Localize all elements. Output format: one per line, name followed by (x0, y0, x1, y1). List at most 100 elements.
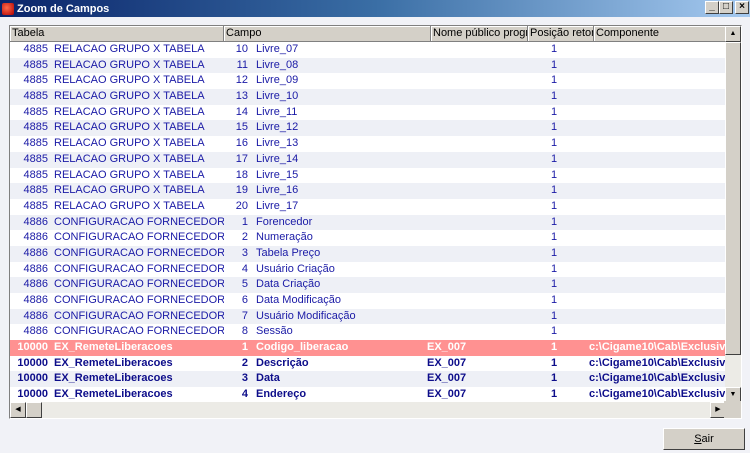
table-row[interactable]: 4885 RELACAO GRUPO X TABELA 17 Livre_14 1 (10, 151, 725, 168)
table-row[interactable]: 4885 RELACAO GRUPO X TABELA 13 Livre_10 1 (10, 89, 725, 105)
table-row[interactable]: 4885 RELACAO GRUPO X TABELA 20 Livre_17 1 (10, 199, 725, 215)
table-row[interactable]: 10000 EX_RemeteLiberacoes 2 Descrição EX_007… (10, 356, 725, 372)
minimize-button[interactable]: _ (705, 1, 719, 14)
cell-posicao: 1 (550, 137, 558, 150)
table-row[interactable]: 4885 RELACAO GRUPO X TABELA 15 Livre_12 1 (10, 120, 725, 137)
cell-campo-num: 5 (241, 278, 248, 291)
scroll-thumb[interactable] (725, 42, 741, 355)
cell-tabela-num: 4885 (23, 152, 48, 165)
cell-tabela: CONFIGURACAO FORNECEDOR (54, 294, 224, 306)
table-row[interactable]: 4885 RELACAO GRUPO X TABELA 14 Livre_11 1 (10, 105, 725, 121)
scroll-up-icon[interactable]: ▲ (725, 26, 741, 42)
table-row[interactable]: 4885 RELACAO GRUPO X TABELA 16 Livre_13 1 (10, 136, 725, 152)
cell-campo: Sessão (256, 325, 293, 338)
cell-tabela: EX_RemeteLiberacoes (54, 341, 173, 354)
column-header-tabela[interactable]: Tabela (10, 26, 224, 42)
cell-componente: c:\Cigame10\Cab\Exclusivo\E (589, 388, 725, 401)
sair-button[interactable]: Sair (663, 428, 745, 450)
cell-componente (587, 309, 725, 325)
cell-tabela-num: 4886 (23, 294, 48, 306)
table-row[interactable]: 4886 CONFIGURACAO FORNECEDOR 1 Forencedor 1 (10, 214, 725, 231)
cell-campo: Usuário Modificação (256, 309, 356, 322)
cell-tabela: RELACAO GRUPO X TABELA (54, 90, 205, 103)
maximize-button[interactable]: □ (719, 1, 733, 14)
column-header-componente[interactable]: Componente (594, 26, 726, 42)
cell-campo: Tabela Preço (256, 246, 321, 259)
cell-tabela: CONFIGURACAO FORNECEDOR (54, 278, 224, 291)
table-row[interactable]: 10000 EX_RemeteLiberacoes 4 Endereço EX_007 1… (10, 387, 725, 403)
table-row[interactable]: 10000 EX_RemeteLiberacoes 1 Codigo_liberaca… (10, 340, 725, 356)
table-row[interactable]: 4886 CONFIGURACAO FORNECEDOR 2 Numeração 1 (10, 230, 725, 246)
scroll-left-icon[interactable]: ◀ (10, 402, 26, 418)
cell-nome: EX_007 (427, 356, 467, 369)
cell-nome (424, 89, 521, 105)
fields-grid[interactable]: Tabela Campo Nome público programa Posiç… (9, 25, 742, 419)
cell-campo-num: 4 (241, 388, 248, 401)
cell-posicao: 1 (550, 294, 558, 306)
cell-tabela-num: 4885 (23, 199, 48, 212)
cell-nome (424, 277, 521, 293)
cell-nome (424, 215, 521, 231)
close-button[interactable]: × (735, 1, 749, 14)
cell-tabela-num: 4885 (23, 168, 48, 181)
cell-tabela-num: 4885 (23, 105, 48, 118)
column-header-posicao[interactable]: Posição retorno (528, 26, 594, 42)
cell-tabela: RELACAO GRUPO X TABELA (54, 199, 205, 212)
table-row[interactable]: 4886 CONFIGURACAO FORNECEDOR 7 Usuário Modi… (10, 308, 725, 325)
cell-campo-num: 2 (241, 356, 248, 369)
cell-componente: c:\Cigame10\Cab\Exclusivo\E (589, 372, 725, 385)
cell-campo-num: 1 (241, 341, 248, 354)
cell-tabela: CONFIGURACAO FORNECEDOR (54, 246, 224, 259)
cell-posicao: 1 (550, 105, 558, 118)
cell-tabela: CONFIGURACAO FORNECEDOR (54, 262, 224, 275)
cell-tabela: EX_RemeteLiberacoes (54, 372, 173, 385)
cell-campo-num: 6 (241, 294, 248, 306)
cell-nome (424, 199, 521, 215)
cell-campo: Livre_16 (256, 184, 299, 197)
cell-campo-num: 14 (235, 105, 248, 118)
cell-componente (587, 152, 725, 168)
grid-body: 4885 RELACAO GRUPO X TABELA 10 Livre_07 1 488… (10, 42, 725, 403)
cell-tabela: CONFIGURACAO FORNECEDOR (54, 231, 224, 244)
cell-nome (424, 262, 521, 278)
app-icon (2, 2, 14, 15)
cell-campo: Livre_08 (256, 58, 299, 71)
cell-campo-num: 10 (235, 43, 248, 55)
horizontal-scrollbar[interactable]: ◀ ▶ (10, 402, 726, 418)
cell-nome (424, 324, 521, 340)
table-row[interactable]: 4885 RELACAO GRUPO X TABELA 12 Livre_09 1 (10, 73, 725, 89)
cell-posicao: 1 (550, 168, 558, 181)
column-header-nome-publico[interactable]: Nome público programa (431, 26, 528, 42)
cell-campo: Data Criação (256, 278, 321, 291)
table-row[interactable]: 4886 CONFIGURACAO FORNECEDOR 8 Sessão 1 (10, 324, 725, 340)
table-row[interactable]: 4886 CONFIGURACAO FORNECEDOR 3 Tabela Preço… (10, 245, 725, 262)
cell-tabela: EX_RemeteLiberacoes (54, 356, 173, 369)
cell-tabela: RELACAO GRUPO X TABELA (54, 184, 205, 197)
cell-nome (424, 183, 521, 199)
table-row[interactable]: 4886 CONFIGURACAO FORNECEDOR 6 Data Modific… (10, 293, 725, 309)
cell-nome (424, 168, 521, 184)
cell-tabela-num: 4886 (23, 246, 48, 259)
cell-campo-num: 15 (235, 121, 248, 134)
cell-tabela: RELACAO GRUPO X TABELA (54, 152, 205, 165)
cell-tabela-num: 4885 (23, 121, 48, 134)
table-row[interactable]: 4885 RELACAO GRUPO X TABELA 11 Livre_08 1 (10, 57, 725, 74)
cell-posicao: 1 (550, 199, 558, 212)
table-row[interactable]: 4885 RELACAO GRUPO X TABELA 19 Livre_16 1 (10, 183, 725, 199)
vertical-scrollbar[interactable]: ▲ ▼ (725, 26, 741, 403)
cell-campo: Numeração (256, 231, 313, 244)
column-header-campo[interactable]: Campo (224, 26, 431, 42)
cell-nome (424, 246, 521, 262)
window-title: Zoom de Campos (17, 2, 110, 15)
table-row[interactable]: 4885 RELACAO GRUPO X TABELA 10 Livre_07 1 (10, 42, 725, 58)
cell-tabela-num: 4885 (23, 58, 48, 71)
table-row[interactable]: 10000 EX_RemeteLiberacoes 3 Data EX_007 1 c:\C… (10, 371, 725, 388)
cell-nome (424, 105, 521, 121)
table-row[interactable]: 4886 CONFIGURACAO FORNECEDOR 5 Data Criação… (10, 277, 725, 293)
table-row[interactable]: 4885 RELACAO GRUPO X TABELA 18 Livre_15 1 (10, 168, 725, 184)
cell-componente (587, 230, 725, 246)
horizontal-scroll-thumb[interactable] (26, 402, 42, 418)
table-row[interactable]: 4886 CONFIGURACAO FORNECEDOR 4 Usuário Cria… (10, 262, 725, 278)
cell-componente (587, 42, 725, 58)
cell-campo: Livre_17 (256, 199, 299, 212)
